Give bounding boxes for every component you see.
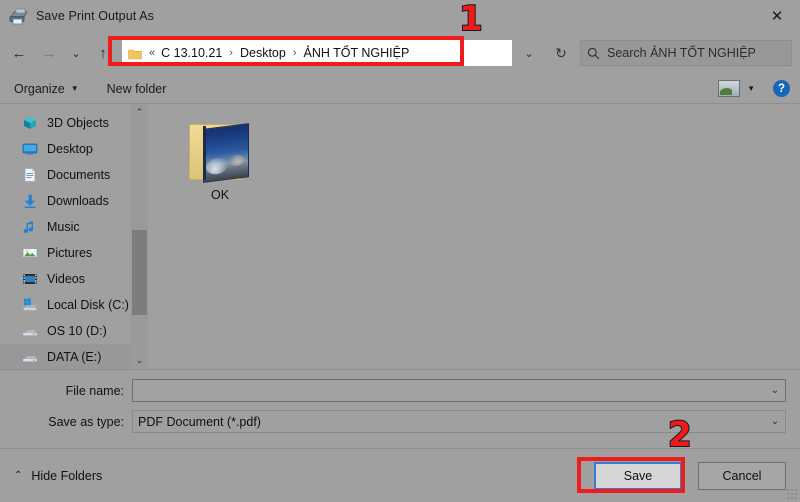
drive-icon [22, 323, 38, 339]
navigation-bar: ← → ⌄ ↑ « C 13.10.21 › Desktop › ẢNH TỐT… [0, 32, 800, 74]
back-icon[interactable]: ← [4, 38, 34, 68]
hide-folders-button[interactable]: ⌃ Hide Folders [14, 469, 102, 483]
view-options-icon[interactable] [718, 80, 740, 97]
annotation-number-2: 2 [668, 418, 692, 452]
organize-button[interactable]: Organize ▼ [14, 82, 79, 96]
desktop-icon [22, 141, 38, 157]
file-name-input[interactable]: ⌄ [132, 379, 786, 402]
breadcrumb-item-1[interactable]: Desktop [240, 46, 286, 60]
sidebar-item-label: Desktop [47, 142, 93, 156]
chevron-up-icon: ⌃ [14, 470, 22, 481]
folder-icon [128, 47, 142, 59]
hide-folders-label: Hide Folders [31, 469, 102, 483]
resize-grip[interactable] [786, 488, 797, 499]
breadcrumb-separator[interactable]: › [222, 47, 240, 59]
annotation-number-1: 1 [459, 2, 483, 36]
sidebar-item-videos[interactable]: Videos [0, 266, 148, 292]
new-folder-button[interactable]: New folder [107, 82, 167, 96]
breadcrumb-item-0[interactable]: C 13.10.21 [161, 46, 222, 60]
navigation-pane: 3D Objects Desktop [0, 104, 148, 369]
search-placeholder: Search ẢNH TỐT NGHIỆP [607, 46, 756, 60]
chevron-down-icon[interactable]: ⌄ [765, 385, 785, 396]
close-icon[interactable]: ✕ [754, 0, 800, 32]
documents-icon [22, 167, 38, 183]
address-bar-wrap: « C 13.10.21 › Desktop › ẢNH TỐT NGHIỆP … [122, 40, 576, 66]
file-name-label: OK [211, 188, 229, 202]
sidebar-item-local-disk-c[interactable]: Local Disk (C:) [0, 292, 148, 318]
window-title: Save Print Output As [36, 9, 154, 23]
breadcrumb-overflow[interactable]: « [149, 47, 161, 59]
sidebar-item-documents[interactable]: Documents [0, 162, 148, 188]
sidebar-item-label: Local Disk (C:) [47, 298, 129, 312]
sidebar-item-data-e[interactable]: DATA (E:) [0, 344, 148, 369]
videos-icon [22, 271, 38, 287]
search-input[interactable]: Search ẢNH TỐT NGHIỆP [580, 40, 792, 66]
list-item[interactable]: OK [174, 118, 266, 202]
sidebar-item-label: Videos [47, 272, 85, 286]
local-disk-icon [22, 297, 38, 313]
help-icon[interactable]: ? [773, 80, 790, 97]
view-chevron-down-icon[interactable]: ▼ [747, 84, 755, 93]
breadcrumb-separator[interactable]: › [286, 47, 304, 59]
file-name-row: File name: ⌄ [0, 379, 786, 402]
save-button[interactable]: Save [594, 462, 682, 490]
save-print-output-dialog: Save Print Output As ✕ ← → ⌄ ↑ « C 13.10… [0, 0, 800, 502]
printer-icon [8, 6, 30, 26]
address-bar[interactable]: « C 13.10.21 › Desktop › ẢNH TỐT NGHIỆP [122, 40, 512, 66]
organize-label: Organize [14, 82, 65, 96]
scroll-up-icon[interactable]: ⌃ [131, 104, 148, 121]
command-bar: Organize ▼ New folder ▼ ? [0, 74, 800, 104]
cancel-button[interactable]: Cancel [698, 462, 786, 490]
sidebar-item-label: Music [47, 220, 80, 234]
refresh-icon[interactable]: ↻ [546, 40, 576, 66]
sidebar-item-os10-d[interactable]: OS 10 (D:) [0, 318, 148, 344]
recent-locations-icon[interactable]: ⌄ [64, 38, 88, 68]
sidebar-item-label: Downloads [47, 194, 109, 208]
up-icon[interactable]: ↑ [88, 38, 118, 68]
chevron-down-icon[interactable]: ⌄ [765, 416, 785, 427]
sidebar-item-label: OS 10 (D:) [47, 324, 107, 338]
new-folder-label: New folder [107, 82, 167, 96]
music-icon [22, 219, 38, 235]
dialog-body: 3D Objects Desktop [0, 104, 800, 370]
breadcrumb-item-2[interactable]: ẢNH TỐT NGHIỆP [304, 46, 410, 60]
address-dropdown-icon[interactable]: ⌄ [512, 40, 546, 66]
scrollbar-thumb[interactable] [132, 230, 147, 315]
sidebar-item-3d-objects[interactable]: 3D Objects [0, 110, 148, 136]
downloads-icon [22, 193, 38, 209]
sidebar-scrollbar[interactable]: ⌃ ⌄ [131, 104, 148, 369]
forward-icon[interactable]: → [34, 38, 64, 68]
chevron-down-icon: ▼ [71, 84, 79, 93]
sidebar-item-label: Documents [47, 168, 110, 182]
search-icon [587, 47, 600, 60]
scroll-down-icon[interactable]: ⌄ [131, 352, 148, 369]
sidebar-item-label: Pictures [47, 246, 92, 260]
dialog-footer: ⌃ Hide Folders Save Cancel [0, 448, 800, 502]
sidebar-item-pictures[interactable]: Pictures [0, 240, 148, 266]
sidebar-item-music[interactable]: Music [0, 214, 148, 240]
pictures-icon [22, 245, 38, 261]
save-as-type-label-text: Save as type: [0, 415, 132, 429]
file-list[interactable]: OK [152, 104, 800, 369]
sidebar-item-label: DATA (E:) [47, 350, 101, 364]
sidebar-item-downloads[interactable]: Downloads [0, 188, 148, 214]
sidebar-item-desktop[interactable]: Desktop [0, 136, 148, 162]
title-bar: Save Print Output As ✕ [0, 0, 800, 32]
scrollbar-track[interactable] [131, 121, 148, 352]
sidebar-item-label: 3D Objects [47, 116, 109, 130]
folder-icon [183, 118, 257, 182]
drive-icon [22, 349, 38, 365]
3d-objects-icon [22, 115, 38, 131]
file-name-label-text: File name: [0, 384, 132, 398]
